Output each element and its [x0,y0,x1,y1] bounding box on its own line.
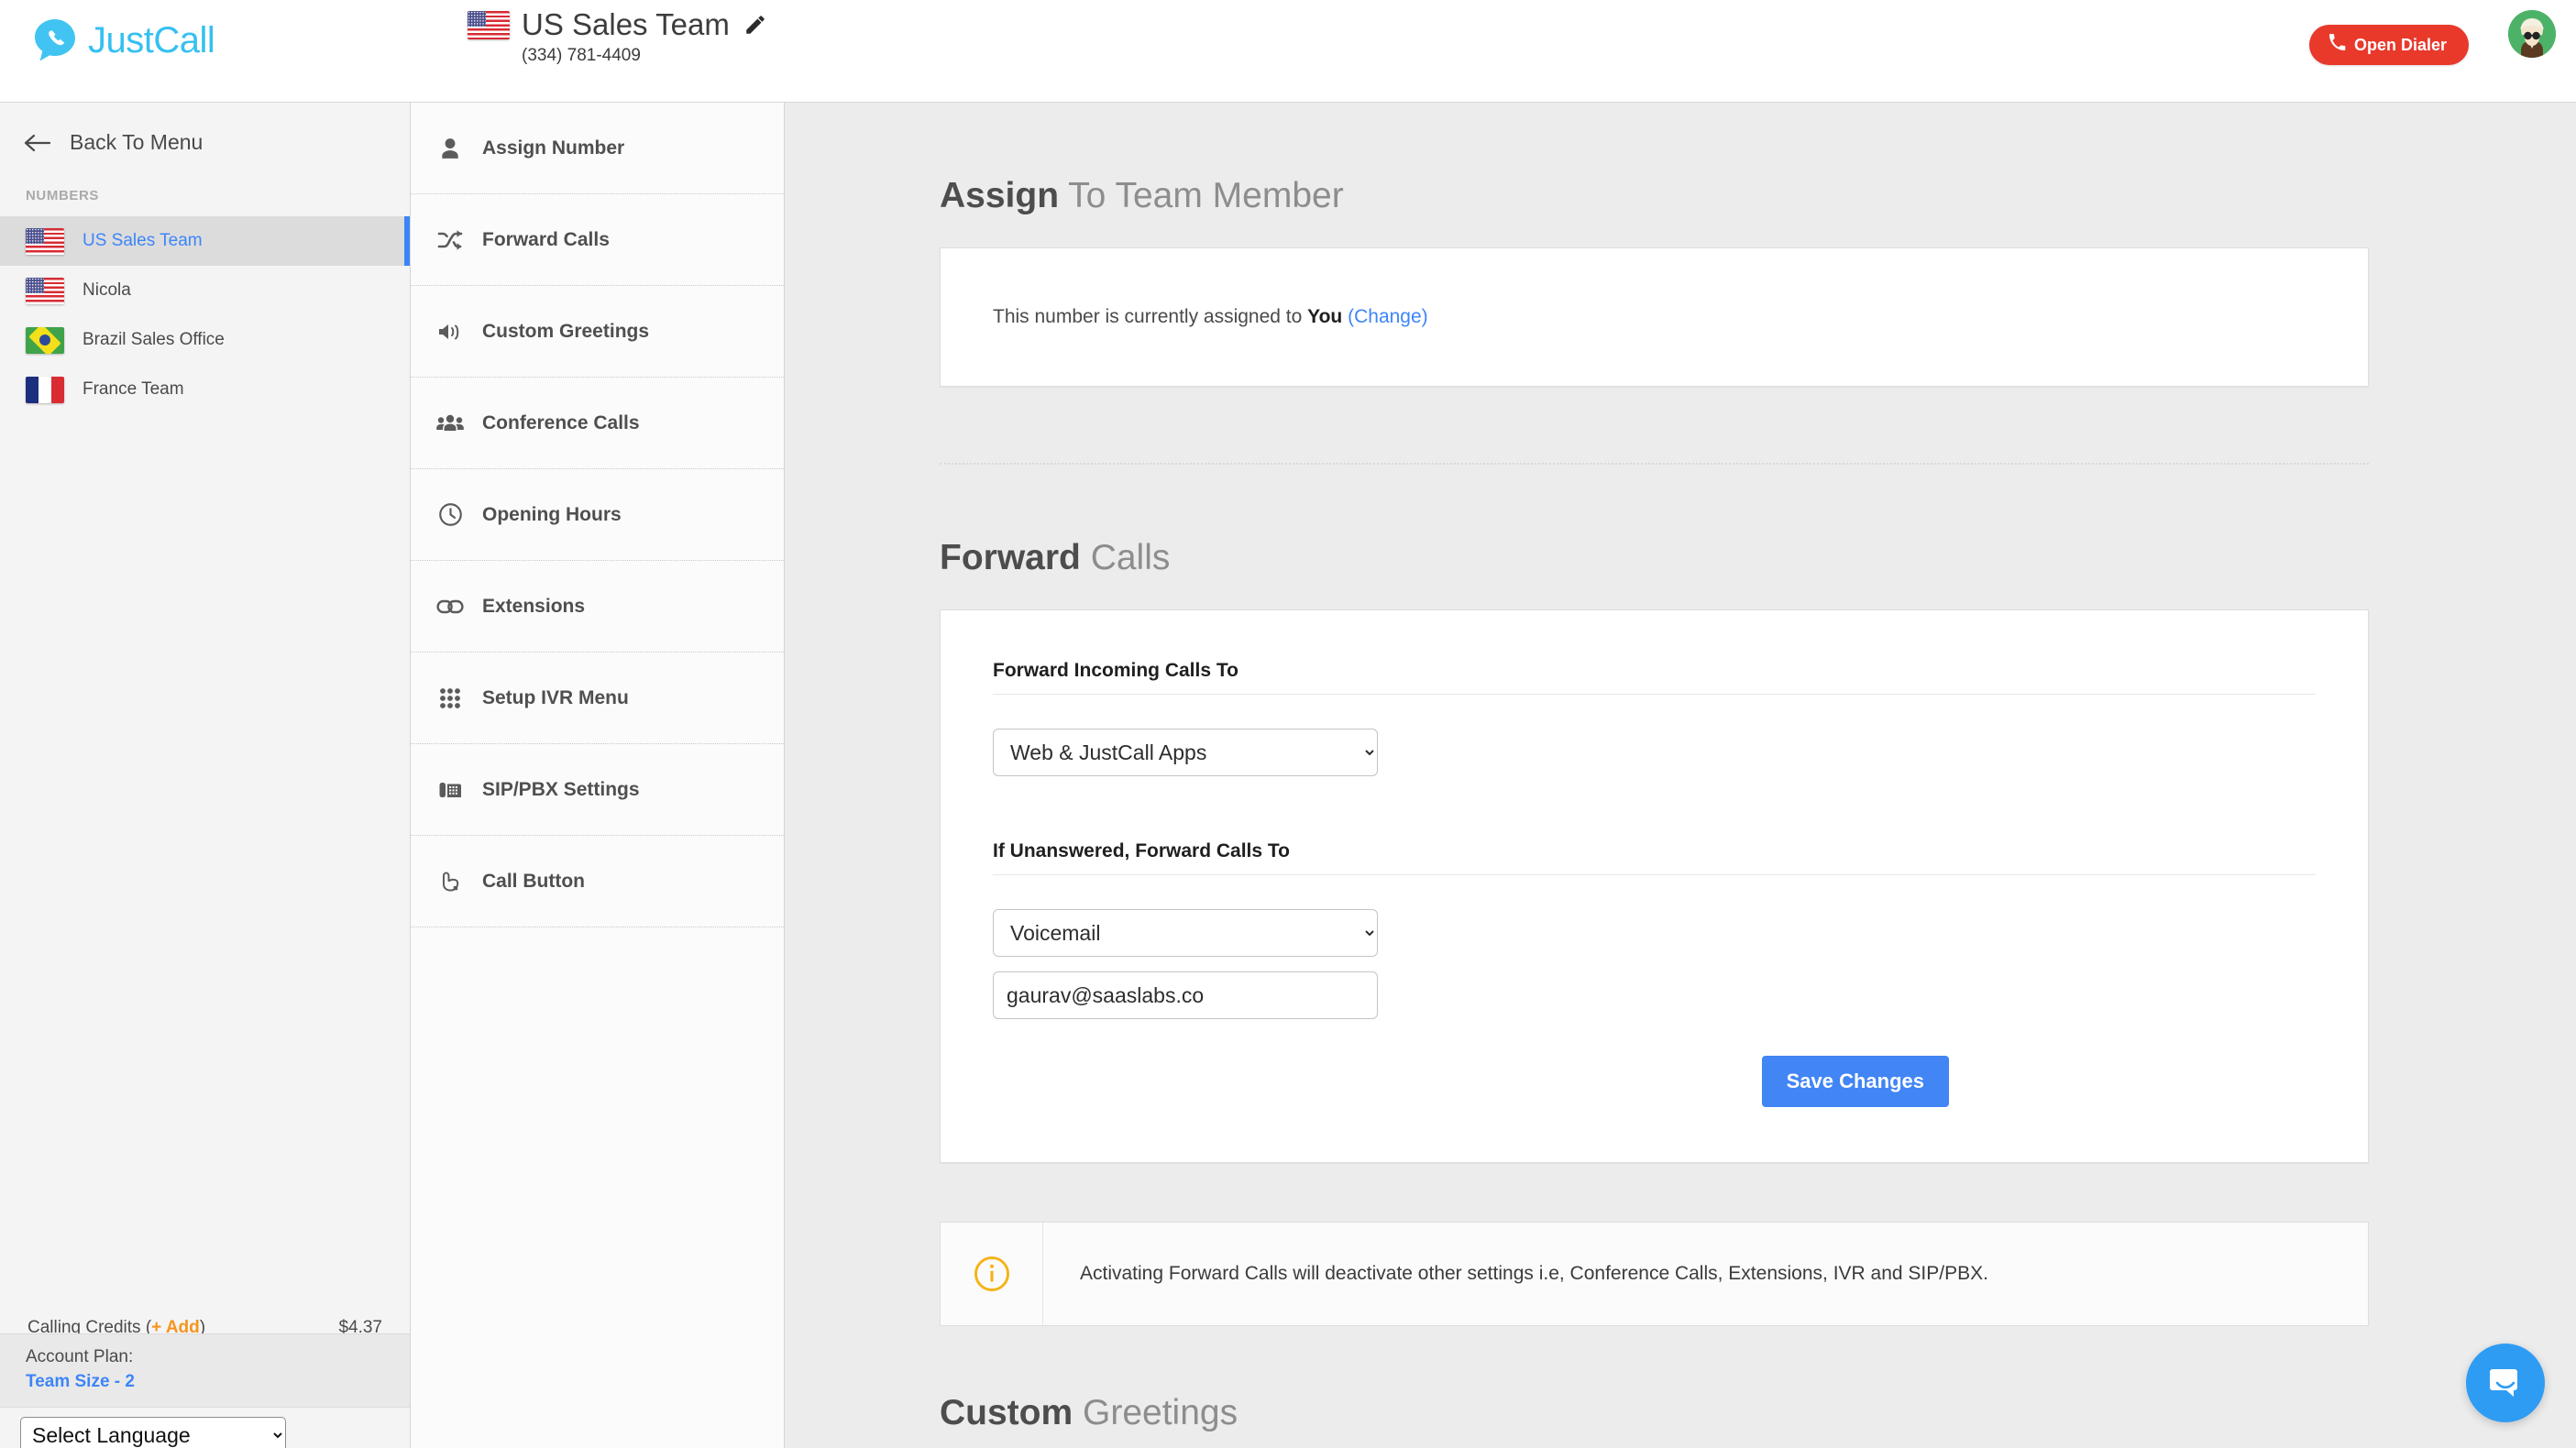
phone-bubble-icon [31,16,79,64]
nav-item-label: Opening Hours [482,504,622,526]
number-settings-nav: Assign Number Forward Calls Custom Greet… [411,103,785,1448]
info-alert-text: Activating Forward Calls will deactivate… [1043,1263,1988,1285]
link-icon [436,593,464,620]
number-phone: (334) 781-4409 [522,46,641,66]
speaker-icon [436,318,464,346]
nav-item-sip-pbx-settings[interactable]: SIP/PBX Settings [411,744,784,836]
forward-incoming-label: Forward Incoming Calls To [993,660,2316,695]
phone-icon [2328,34,2346,56]
next-title-bold: Custom [940,1393,1073,1432]
info-icon [941,1223,1043,1325]
forward-title-bold: Forward [940,538,1081,577]
flag-fr-icon [26,377,64,403]
avatar[interactable] [2508,10,2556,58]
app-logo[interactable]: JustCall [31,16,215,64]
sidebar-item-nicola[interactable]: Nicola [0,266,410,315]
account-plan-value[interactable]: Team Size - 2 [26,1372,384,1392]
nav-item-label: Call Button [482,871,585,893]
nav-item-label: Assign Number [482,137,624,159]
nav-item-call-button[interactable]: Call Button [411,836,784,927]
forward-calls-info-alert: Activating Forward Calls will deactivate… [940,1222,2369,1326]
shuffle-icon [436,226,464,254]
forward-incoming-select[interactable]: Web & JustCall Apps [993,729,1378,776]
open-dialer-label: Open Dialer [2354,36,2447,55]
nav-item-label: Setup IVR Menu [482,687,629,709]
forward-calls-card: Forward Incoming Calls To Web & JustCall… [940,609,2369,1163]
flag-us-icon [26,278,64,304]
assign-title-bold: Assign [940,176,1059,215]
nav-item-label: Extensions [482,596,585,618]
current-number-block: US Sales Team (334) 781-4409 [468,9,767,66]
language-select[interactable]: Select Language [20,1417,286,1448]
nav-item-label: SIP/PBX Settings [482,779,640,801]
back-to-menu-button[interactable]: Back To Menu [0,103,410,155]
forward-section-title: Forward Calls [940,538,2576,578]
nav-item-label: Conference Calls [482,412,640,434]
nav-item-custom-greetings[interactable]: Custom Greetings [411,286,784,378]
forward-unanswered-select[interactable]: Voicemail [993,909,1378,957]
back-to-menu-label: Back To Menu [70,130,203,155]
nav-item-label: Forward Calls [482,229,610,251]
nav-item-setup-ivr-menu[interactable]: Setup IVR Menu [411,653,784,744]
list-item-label: France Team [83,379,184,400]
open-dialer-button[interactable]: Open Dialer [2309,25,2469,65]
assign-status-text: This number is currently assigned to You… [941,306,1428,328]
flag-br-icon [26,327,64,354]
clock-icon [436,501,464,529]
nav-item-opening-hours[interactable]: Opening Hours [411,469,784,561]
nav-item-forward-calls[interactable]: Forward Calls [411,194,784,286]
app-header: JustCall US Sales Team (334) 781-4409 Op… [0,0,2576,103]
numbers-sidebar: Back To Menu NUMBERS US Sales Team Nicol… [0,103,411,1448]
pencil-icon[interactable] [743,13,767,37]
nav-item-assign-number[interactable]: Assign Number [411,103,784,194]
custom-greetings-section-title: Custom Greetings [940,1393,2576,1433]
list-item-label: US Sales Team [83,231,203,251]
assigned-to-value: You [1307,306,1342,327]
arrow-left-icon [24,133,51,153]
change-assignment-link[interactable]: (Change) [1348,306,1428,327]
logo-text: JustCall [88,20,215,61]
sidebar-item-brazil-sales-office[interactable]: Brazil Sales Office [0,315,410,365]
voicemail-email-input[interactable] [993,971,1378,1019]
pointing-hand-icon [436,868,464,895]
next-title-rest: Greetings [1073,1393,1238,1432]
forward-title-rest: Calls [1081,538,1171,577]
account-plan-label: Account Plan: [26,1347,384,1367]
list-item-label: Nicola [83,280,131,301]
nav-item-conference-calls[interactable]: Conference Calls [411,378,784,469]
grid-dots-icon [436,685,464,712]
nav-item-label: Custom Greetings [482,321,649,343]
save-changes-button[interactable]: Save Changes [1762,1056,1949,1107]
chat-bubble-icon[interactable] [2466,1344,2545,1422]
user-icon [436,135,464,162]
desk-phone-icon [436,776,464,804]
numbers-section-label: NUMBERS [26,188,410,203]
forward-unanswered-label: If Unanswered, Forward Calls To [993,840,2316,875]
sidebar-item-us-sales-team[interactable]: US Sales Team [0,216,410,266]
assign-title-rest: To Team Member [1059,176,1344,215]
account-plan-box: Account Plan: Team Size - 2 [0,1333,410,1408]
numbers-list: US Sales Team Nicola Brazil Sales Office… [0,216,410,414]
list-item-label: Brazil Sales Office [83,330,225,350]
assign-card: This number is currently assigned to You… [940,247,2369,387]
flag-us-icon [468,11,510,39]
users-group-icon [436,410,464,437]
assign-section-title: Assign To Team Member [940,176,2576,216]
section-divider [940,463,2369,465]
flag-us-icon [26,228,64,255]
nav-item-extensions[interactable]: Extensions [411,561,784,653]
main-content: Assign To Team Member This number is cur… [785,103,2576,1448]
sidebar-item-france-team[interactable]: France Team [0,365,410,414]
page-title: US Sales Team [522,9,730,41]
